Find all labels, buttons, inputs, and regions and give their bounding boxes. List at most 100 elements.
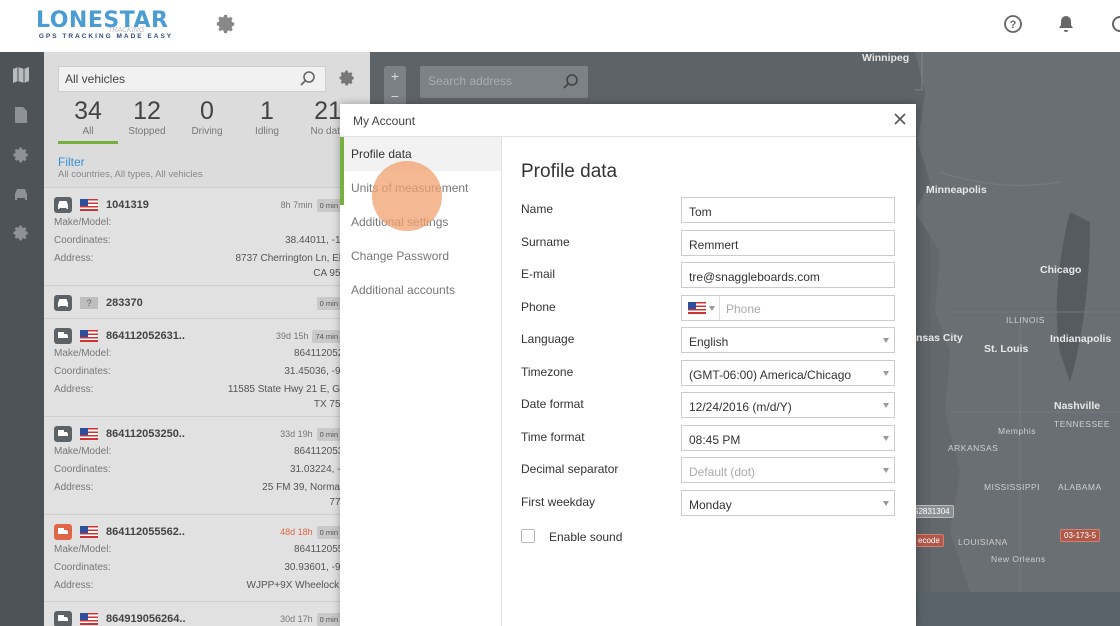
vehicle-name: 1041319	[106, 199, 149, 211]
notifications-bell-icon[interactable]	[1056, 14, 1076, 39]
map-icon[interactable]	[12, 66, 32, 86]
phone-label: Phone	[521, 300, 556, 314]
map-label-nashville: Nashville	[1054, 400, 1101, 412]
left-nav-rail	[0, 52, 44, 626]
date-format-label: Date format	[521, 397, 584, 411]
map-label-new-orleans: New Orleans	[991, 554, 1046, 564]
chevron-down-icon	[883, 338, 889, 343]
email-label: E-mail	[521, 267, 556, 281]
map-vehicle-marker[interactable]: ecode	[914, 534, 944, 547]
decimal-separator-select[interactable]: Default (dot)	[681, 457, 895, 483]
truck-alert-icon	[54, 524, 72, 540]
surname-field[interactable]: Remmert	[681, 230, 895, 256]
vehicle-list-item[interactable]: ? 283370 0 min ▬	[44, 285, 370, 318]
vehicle-name: 864919056264..	[106, 613, 186, 625]
vehicle-search-input[interactable]: All vehicles	[58, 66, 326, 92]
document-icon[interactable]	[12, 106, 32, 126]
close-icon[interactable]	[893, 112, 907, 126]
stat-label: All	[82, 126, 94, 137]
vehicle-name: 864112055562..	[106, 526, 185, 538]
svg-text:?: ?	[1010, 19, 1017, 31]
chevron-down-icon	[883, 371, 889, 376]
stat-label: Stopped	[128, 126, 166, 137]
phone-country-selector[interactable]	[682, 296, 720, 320]
map-search-input[interactable]: Search address	[420, 66, 588, 98]
stat-tab-driving[interactable]: 0 Driving	[177, 96, 237, 137]
language-row: Language English	[521, 327, 895, 353]
map-vehicle-marker[interactable]: 03-173-5	[1060, 529, 1101, 542]
search-icon[interactable]	[562, 73, 580, 96]
map-label-illinois: ILLINOIS	[1006, 315, 1045, 325]
vehicle-list-item[interactable]: 864112053250.. 33d 19h 0 min ▬ Make/Mode…	[44, 416, 370, 514]
car-icon	[54, 197, 72, 213]
time-format-value: 08:45 PM	[689, 433, 741, 447]
vehicle-duration: 8h 7min	[280, 200, 313, 210]
modal-header: My Account	[340, 104, 916, 137]
gear-icon[interactable]	[12, 146, 32, 166]
stat-tab-stopped[interactable]: 12 Stopped	[117, 96, 177, 137]
vehicle-duration: 48d 18h	[280, 527, 313, 537]
menu-item-additional-accounts[interactable]: Additional accounts	[340, 273, 501, 307]
enable-sound-label[interactable]: Enable sound	[549, 530, 622, 544]
stat-tab-all[interactable]: 34 All	[58, 96, 118, 144]
truck-icon	[54, 611, 72, 626]
panel-settings-gear-icon[interactable]	[338, 69, 356, 92]
language-value: English	[689, 335, 729, 349]
email-field[interactable]: tre@snaggleboards.com	[681, 262, 895, 288]
decimal-separator-row: Decimal separator Default (dot)	[521, 457, 895, 483]
vehicle-min-badge: 0 min	[316, 525, 341, 539]
vehicle-list-item[interactable]: 864112055562.. 48d 18h 0 min ▬ Make/Mode…	[44, 514, 370, 601]
zoom-out-button[interactable]: −	[384, 86, 406, 106]
settings-gear-icon[interactable]	[215, 13, 237, 40]
map-label-chicago: Chicago	[1040, 264, 1082, 276]
vehicle-list-item[interactable]: 864919056264.. 30d 17h 0 min ▬ Make/Mode…	[44, 601, 370, 626]
coordinates-value: 31.45036, -95.30	[284, 366, 360, 377]
address-label: Address:	[54, 580, 94, 591]
first-weekday-row: First weekday Monday	[521, 490, 895, 516]
map-vehicle-marker[interactable]: 52831304	[910, 505, 954, 518]
search-icon[interactable]	[299, 70, 317, 93]
enable-sound-row: Enable sound	[521, 525, 895, 551]
vehicle-list-item[interactable]: 1041319 8h 7min 0 min ▬ Make/Model:104 C…	[44, 187, 370, 285]
make-model-value: 864112052631	[294, 348, 360, 359]
cursor-highlight	[372, 161, 442, 231]
timezone-select[interactable]: (GMT-06:00) America/Chicago	[681, 360, 895, 386]
name-field[interactable]: Tom	[681, 197, 895, 223]
address-value-line2: CA 95624,	[313, 268, 360, 279]
timezone-value: (GMT-06:00) America/Chicago	[689, 368, 852, 382]
name-label: Name	[521, 202, 554, 216]
vehicle-list-item[interactable]: 864112052631.. 39d 15h 74 min ▬ Make/Mod…	[44, 318, 370, 416]
vehicle-min-badge: 0 min	[316, 612, 341, 626]
user-icon[interactable]	[1108, 14, 1120, 39]
vehicle-name: 864112052631..	[106, 330, 185, 342]
modal-title: My Account	[353, 114, 416, 128]
us-flag-icon	[80, 428, 98, 440]
phone-field[interactable]: Phone	[681, 295, 895, 321]
us-flag-icon	[80, 199, 98, 211]
make-model-label: Make/Model:	[54, 446, 112, 457]
make-model-value: 864112053250	[294, 446, 360, 457]
first-weekday-value: Monday	[689, 498, 732, 512]
settings-icon[interactable]	[12, 224, 32, 244]
menu-item-change-password[interactable]: Change Password	[340, 239, 501, 273]
filter-link[interactable]: Filter	[58, 155, 85, 169]
map-label-memphis: Memphis	[998, 426, 1036, 436]
help-icon[interactable]: ?	[1003, 14, 1023, 39]
email-row: E-mail tre@snaggleboards.com	[521, 262, 895, 288]
language-label: Language	[521, 332, 575, 346]
address-label: Address:	[54, 253, 94, 264]
stat-count: 12	[133, 97, 161, 125]
stat-count: 34	[74, 97, 102, 125]
date-format-row: Date format 12/24/2016 (m/d/Y)	[521, 392, 895, 418]
language-select[interactable]: English	[681, 327, 895, 353]
first-weekday-select[interactable]: Monday	[681, 490, 895, 516]
car-icon[interactable]	[12, 186, 32, 206]
zoom-in-button[interactable]: +	[384, 66, 406, 86]
make-model-value: 104	[164, 214, 360, 232]
stat-tab-idling[interactable]: 1 Idling	[237, 96, 297, 137]
logo[interactable]: LONESTAR TRACKING GPS TRACKING MADE EASY	[36, 9, 176, 45]
coordinates-value: 30.93601, -96.36	[284, 562, 360, 573]
time-format-select[interactable]: 08:45 PM	[681, 425, 895, 451]
date-format-select[interactable]: 12/24/2016 (m/d/Y)	[681, 392, 895, 418]
enable-sound-checkbox[interactable]	[521, 529, 535, 543]
